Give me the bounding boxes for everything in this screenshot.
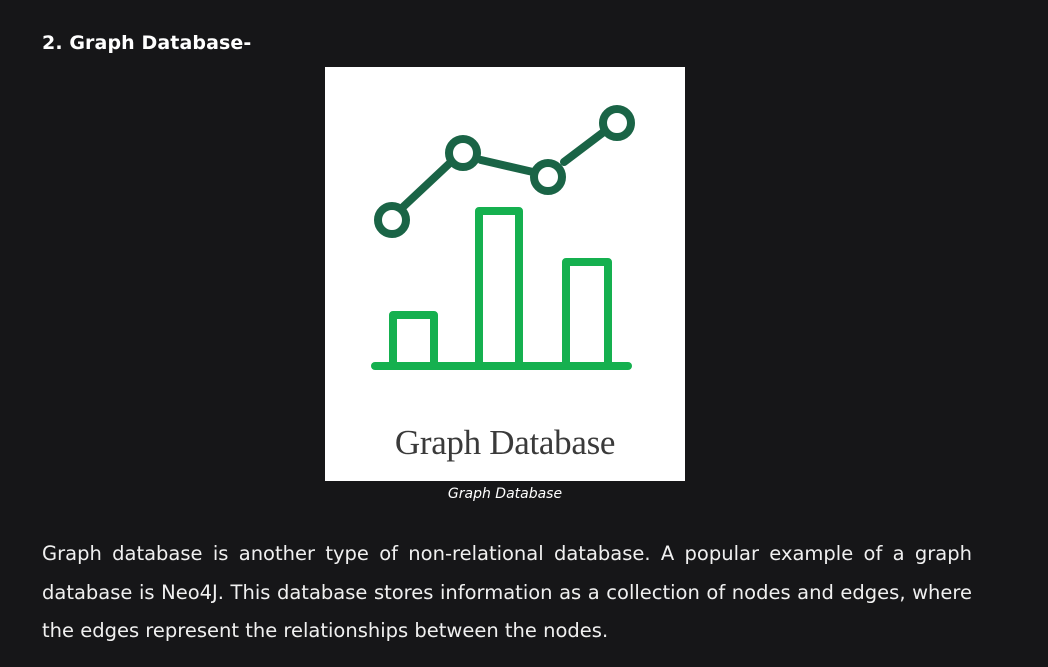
image-label: Graph Database bbox=[394, 423, 616, 462]
bar-chart-icon bbox=[371, 207, 632, 370]
graph-node bbox=[374, 202, 410, 238]
graph-database-image: Graph Database bbox=[325, 67, 685, 481]
bar-tall bbox=[475, 207, 523, 368]
body-paragraph: Graph database is another type of non-re… bbox=[42, 542, 972, 642]
line-graph-icon bbox=[374, 105, 635, 238]
bar-short bbox=[389, 311, 438, 368]
bar-medium bbox=[562, 258, 612, 368]
section-heading: 2. Graph Database- bbox=[42, 32, 252, 54]
graph-node bbox=[445, 135, 481, 171]
graph-node bbox=[599, 105, 635, 141]
figure-caption: Graph Database bbox=[447, 486, 563, 502]
graph-database-icon bbox=[371, 105, 635, 370]
graph-node bbox=[530, 159, 566, 195]
